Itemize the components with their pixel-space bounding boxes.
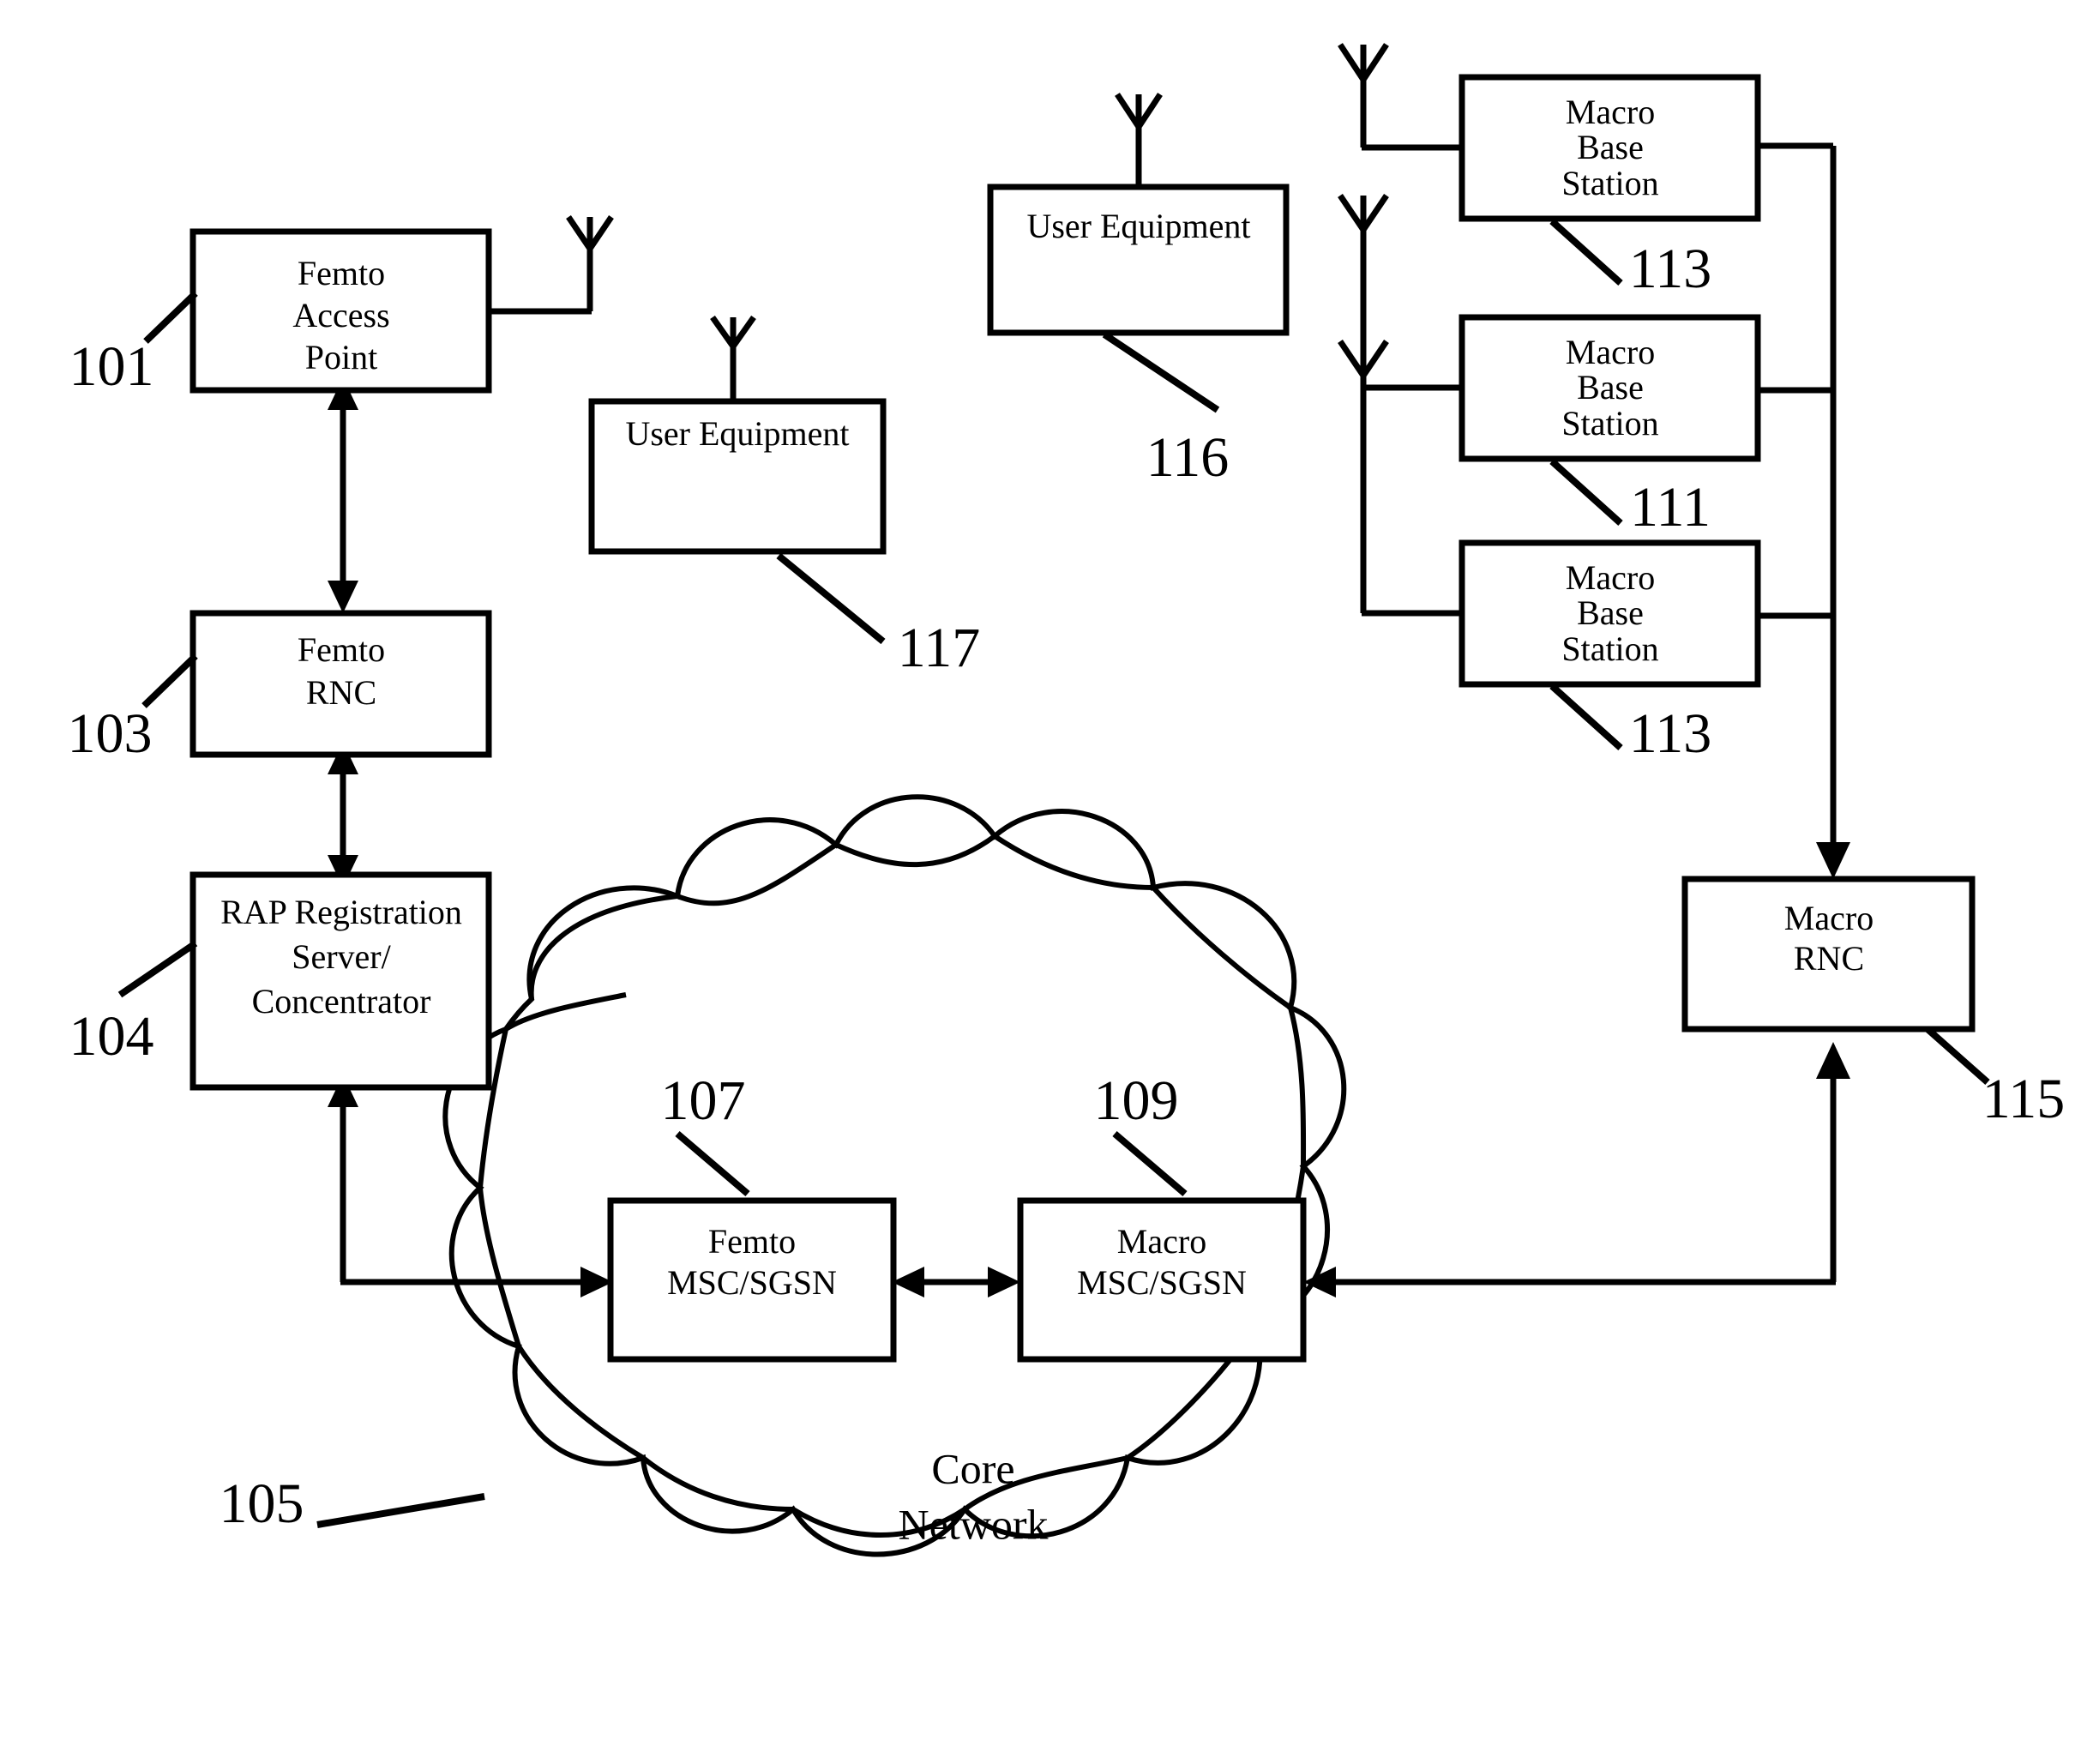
macro-bs-middle-label-line-3: Station	[1561, 404, 1658, 443]
ref-103-leader-group: 103	[68, 653, 198, 765]
antenna-icon-macro-base-station-bottom	[1338, 340, 1462, 617]
macro-rnc-label-line-1: Macro	[1784, 899, 1874, 937]
node-macro-msc-sgsn[interactable]: Macro MSC/SGSN	[1017, 1197, 1307, 1363]
ref-113-bottom-leader-group: 113	[1549, 683, 1712, 765]
macro-msc-label-line-2: MSC/SGSN	[1077, 1263, 1247, 1302]
link-fap-to-frnc	[328, 377, 358, 613]
node-macro-base-station-top[interactable]: Macro Base Station	[1459, 74, 1761, 222]
ref-111-leader-group: 111	[1549, 459, 1711, 539]
ref-number-115: 115	[1982, 1068, 2066, 1130]
antenna-icon-user-equipment-116	[1115, 93, 1163, 187]
femto-rnc-label-line-2: RNC	[306, 673, 376, 712]
macro-bs-top-label-line-2: Base	[1577, 128, 1644, 166]
node-user-equipment-116[interactable]: User Equipment	[987, 184, 1290, 336]
ref-115-leader-group: 115	[1925, 1026, 2066, 1130]
ref-number-101: 101	[69, 335, 154, 398]
node-macro-base-station-bottom[interactable]: Macro Base Station	[1459, 539, 1761, 688]
core-network-label-line-2: Network	[899, 1500, 1049, 1548]
ref-101-leader-group: 101	[69, 291, 198, 398]
macro-bs-top-label-line-3: Station	[1561, 164, 1658, 202]
ref-number-107: 107	[661, 1069, 746, 1132]
user-equipment-116-label: User Equipment	[1026, 207, 1250, 245]
ref-116-leader-group: 116	[1102, 331, 1230, 489]
rap-registration-label-line-3: Concentrator	[252, 982, 431, 1020]
ref-113-top-leader-group: 113	[1549, 219, 1712, 300]
ref-number-116: 116	[1146, 426, 1230, 489]
node-femto-access-point[interactable]: Femto Access Point	[189, 228, 492, 394]
femto-access-point-label-line-1: Femto	[298, 254, 385, 292]
node-macro-base-station-middle[interactable]: Macro Base Station	[1459, 314, 1761, 462]
femto-access-point-label-line-2: Access	[292, 296, 389, 334]
macro-bs-bottom-label-line-3: Station	[1561, 629, 1658, 668]
rap-registration-label-line-1: RAP Registration	[220, 893, 462, 931]
ref-number-117: 117	[898, 617, 981, 679]
macro-bs-middle-label-line-2: Base	[1577, 368, 1644, 406]
node-macro-rnc[interactable]: Macro RNC	[1681, 876, 1976, 1033]
figure-canvas: Core Network 105 Femto Access Point 101 …	[0, 0, 2075, 1764]
node-femto-msc-sgsn[interactable]: Femto MSC/SGSN	[607, 1197, 897, 1363]
core-network-label-line-1: Core	[931, 1444, 1014, 1492]
antenna-icon-macro-base-station-top	[1338, 43, 1462, 151]
user-equipment-117-label: User Equipment	[625, 414, 849, 453]
node-user-equipment-117[interactable]: User Equipment	[588, 398, 887, 555]
ref-number-103: 103	[68, 702, 153, 765]
ref-104-leader-group: 104	[69, 940, 198, 1068]
ref-number-105: 105	[220, 1472, 304, 1535]
macro-bs-top-label-line-1: Macro	[1566, 93, 1655, 131]
node-rap-registration-server[interactable]: RAP Registration Server/ Concentrator	[189, 871, 492, 1091]
macro-msc-label-line-1: Macro	[1117, 1222, 1206, 1261]
ref-number-113-bottom: 113	[1629, 702, 1712, 765]
antenna-icon-user-equipment-117	[710, 315, 756, 403]
link-macro-rnc-to-macro-msc	[1303, 1042, 1850, 1297]
antenna-icon-femto-access-point	[489, 215, 614, 315]
femto-access-point-label-line-3: Point	[305, 338, 377, 376]
rap-registration-label-line-2: Server/	[292, 937, 391, 976]
macro-rnc-label-line-2: RNC	[1794, 939, 1864, 978]
core-network-cloud: Core Network	[442, 794, 1347, 1557]
ref-105-leader-group: 105	[220, 1472, 485, 1535]
macro-bs-middle-label-line-1: Macro	[1566, 333, 1655, 371]
node-femto-rnc[interactable]: Femto RNC	[189, 610, 492, 758]
femto-msc-label-line-1: Femto	[708, 1222, 796, 1261]
ref-number-104: 104	[69, 1005, 154, 1068]
link-frnc-to-rap	[328, 742, 358, 888]
ref-number-113-top: 113	[1629, 238, 1712, 300]
macro-bs-bottom-label-line-2: Base	[1577, 593, 1644, 632]
macro-bs-bottom-label-line-1: Macro	[1566, 558, 1655, 597]
femto-rnc-label-line-1: Femto	[298, 630, 385, 669]
ref-117-leader-group: 117	[776, 552, 981, 679]
ref-number-111: 111	[1630, 476, 1711, 539]
ref-number-109: 109	[1094, 1069, 1179, 1132]
antenna-icon-macro-base-station-middle	[1338, 194, 1462, 391]
femto-msc-label-line-2: MSC/SGSN	[667, 1263, 837, 1302]
network-architecture-diagram: Core Network 105 Femto Access Point 101 …	[68, 43, 2066, 1557]
